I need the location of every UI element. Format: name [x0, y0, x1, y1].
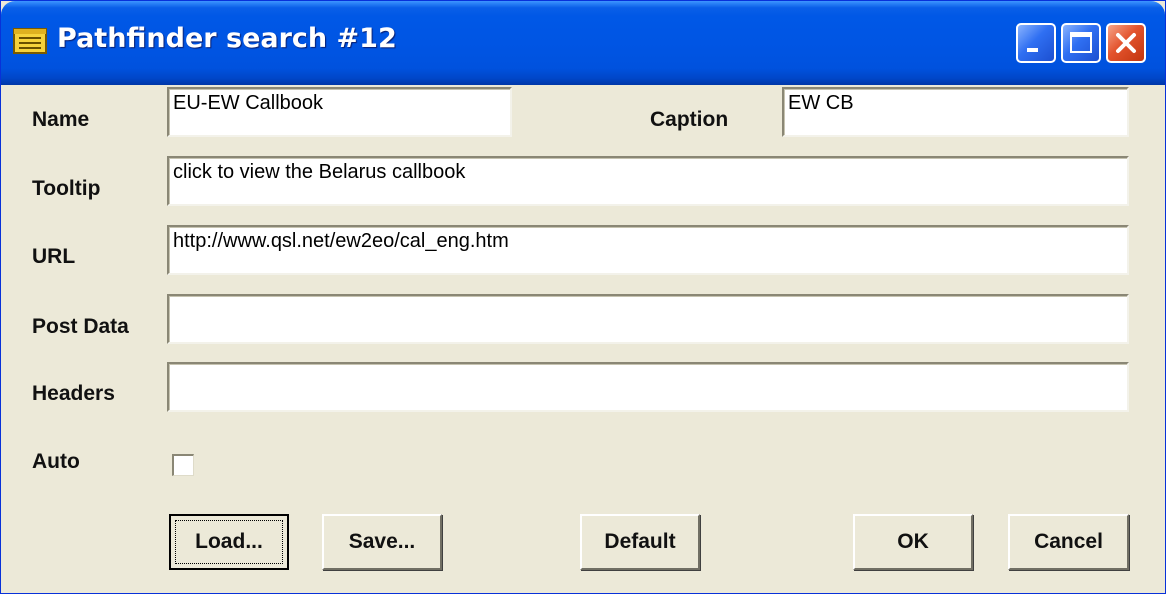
- title-bar[interactable]: Pathfinder search #12: [1, 1, 1165, 85]
- default-button[interactable]: Default: [580, 514, 700, 570]
- cancel-button-label: Cancel: [1034, 530, 1103, 553]
- pathfinder-search-dialog: Pathfinder search #12 Name EU-EW Callboo…: [0, 0, 1166, 594]
- auto-label: Auto: [32, 450, 80, 473]
- auto-checkbox[interactable]: [172, 454, 194, 476]
- post-data-input[interactable]: [167, 294, 1129, 344]
- name-label: Name: [32, 108, 90, 131]
- save-button-label: Save...: [348, 530, 416, 553]
- headers-input[interactable]: [167, 362, 1129, 412]
- caption-input[interactable]: EW CB: [782, 87, 1129, 137]
- maximize-button[interactable]: [1061, 23, 1101, 63]
- close-button[interactable]: [1106, 23, 1146, 63]
- load-button[interactable]: Load...: [169, 514, 289, 570]
- default-button-label: Default: [604, 530, 676, 553]
- focus-rectangle: [175, 520, 283, 564]
- tooltip-input[interactable]: click to view the Belarus callbook: [167, 156, 1129, 206]
- url-input[interactable]: http://www.qsl.net/ew2eo/cal_eng.htm: [167, 225, 1129, 275]
- minimize-button[interactable]: [1016, 23, 1056, 63]
- window-app-icon: [13, 27, 47, 55]
- post-data-label: Post Data: [32, 315, 129, 338]
- ok-button-label: OK: [897, 530, 929, 553]
- caption-label: Caption: [650, 108, 729, 131]
- tooltip-label: Tooltip: [32, 177, 101, 200]
- url-label: URL: [32, 245, 76, 268]
- ok-button[interactable]: OK: [853, 514, 973, 570]
- name-input[interactable]: EU-EW Callbook: [167, 87, 512, 137]
- headers-label: Headers: [32, 382, 115, 405]
- window-title: Pathfinder search #12: [57, 23, 397, 54]
- save-button[interactable]: Save...: [322, 514, 442, 570]
- cancel-button[interactable]: Cancel: [1008, 514, 1129, 570]
